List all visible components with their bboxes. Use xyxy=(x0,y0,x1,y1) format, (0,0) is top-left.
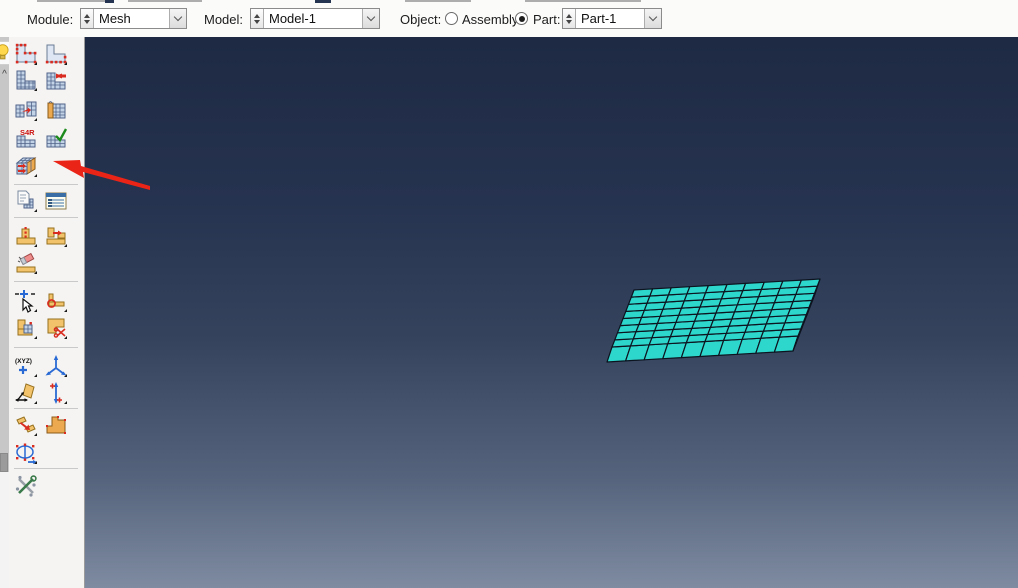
mesh-region-icon[interactable] xyxy=(43,67,69,93)
spinner-icon[interactable] xyxy=(563,9,576,28)
scrollbar-thumb[interactable] xyxy=(0,453,8,472)
customize-tools-icon[interactable] xyxy=(13,473,39,499)
copy-mesh-part-icon[interactable] xyxy=(13,188,39,214)
toolbar-remnant xyxy=(105,0,114,3)
spinner-icon[interactable] xyxy=(81,9,94,28)
add-vertex-icon[interactable] xyxy=(13,288,39,314)
toolbar-remnant xyxy=(525,0,641,2)
delete-mesh-icon[interactable] xyxy=(13,97,39,123)
partition-cell-icon[interactable] xyxy=(13,223,39,249)
spinner-icon[interactable] xyxy=(251,9,264,28)
radio-part[interactable] xyxy=(515,12,528,25)
feature-block-icon[interactable] xyxy=(43,412,69,438)
bottom-up-mesh-icon[interactable] xyxy=(13,153,39,179)
chevron-down-icon[interactable] xyxy=(362,9,379,28)
partition-scissors-icon[interactable] xyxy=(43,315,69,341)
viewport-canvas[interactable]: Z xyxy=(85,37,1018,588)
partition-split-icon[interactable] xyxy=(43,223,69,249)
toolbar-remnant xyxy=(37,0,107,2)
context-bar: Module: Mesh Model: Model-1 Object: Asse… xyxy=(0,0,1018,37)
datum-point-icon[interactable]: (XYZ) xyxy=(13,353,39,379)
toolbar-remnant xyxy=(315,0,331,3)
part-radio-label[interactable]: Part: xyxy=(533,12,560,27)
verify-mesh-icon[interactable] xyxy=(43,125,69,151)
toolbar-remnant xyxy=(405,0,471,2)
datum-csys-icon[interactable] xyxy=(43,353,69,379)
chevron-down-icon[interactable] xyxy=(644,9,661,28)
seed-part-icon[interactable] xyxy=(13,41,39,67)
radio-assembly[interactable] xyxy=(445,12,458,25)
edit-feature-icon[interactable] xyxy=(13,412,39,438)
mesh-toolbox: S4R (XYZ) xyxy=(9,37,85,588)
svg-text:S4R: S4R xyxy=(20,128,35,137)
collapse-up-icon[interactable]: ^ xyxy=(0,69,9,80)
eraser-icon[interactable] xyxy=(13,250,39,276)
partition-face-icon[interactable] xyxy=(13,315,39,341)
mesh-part-icon[interactable] xyxy=(13,67,39,93)
seed-edges-icon[interactable] xyxy=(43,41,69,67)
abaqus-cae-window: Module: Mesh Model: Model-1 Object: Asse… xyxy=(0,0,1018,588)
model-value: Model-1 xyxy=(269,11,316,26)
module-value: Mesh xyxy=(99,11,131,26)
assign-element-type-icon[interactable]: S4R xyxy=(13,125,39,151)
part-combobox[interactable]: Part-1 xyxy=(562,8,662,29)
assembly-radio-label[interactable]: Assembly xyxy=(462,12,518,27)
rail-track xyxy=(0,37,9,472)
part-value: Part-1 xyxy=(581,11,617,26)
partition-edge-icon[interactable] xyxy=(43,288,69,314)
mesh-stack-icon[interactable] xyxy=(43,97,69,123)
model-combobox[interactable]: Model-1 xyxy=(250,8,380,29)
object-label: Object: xyxy=(400,12,442,27)
svg-text:(XYZ): (XYZ) xyxy=(15,358,32,365)
left-rail: ^ xyxy=(0,37,9,588)
spline-edit-icon[interactable] xyxy=(13,440,39,466)
model-label: Model: xyxy=(204,12,244,27)
lightbulb-icon[interactable] xyxy=(0,41,9,65)
module-label: Module: xyxy=(27,12,74,27)
module-combobox[interactable]: Mesh xyxy=(80,8,187,29)
chevron-down-icon[interactable] xyxy=(169,9,186,28)
datum-plane-icon[interactable] xyxy=(13,380,39,406)
mesh-table-icon[interactable] xyxy=(43,188,69,214)
toolbar-remnant xyxy=(128,0,202,2)
datum-axis-icon[interactable] xyxy=(43,380,69,406)
